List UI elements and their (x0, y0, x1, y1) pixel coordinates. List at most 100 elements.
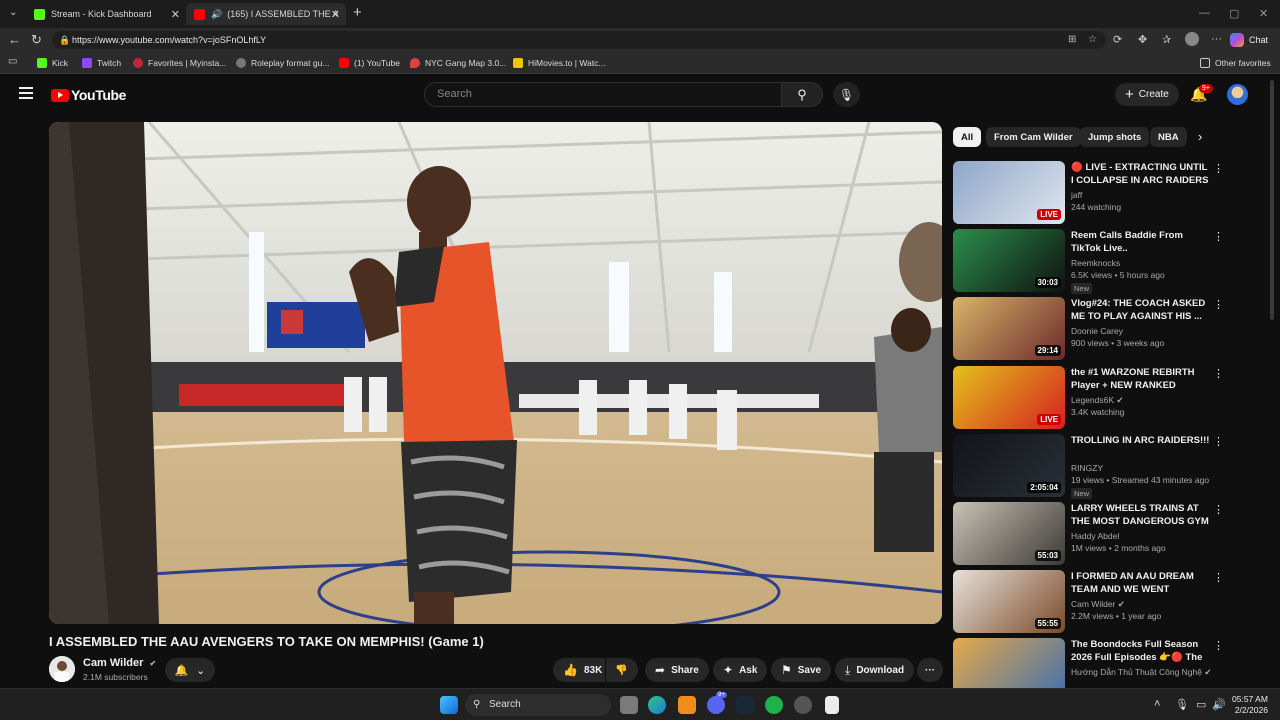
more-options-icon[interactable]: ⋮ (1213, 503, 1224, 516)
xbox-game-icon[interactable] (765, 696, 783, 714)
recommendation-title[interactable]: Reem Calls Baddie From TikTok Live.. (1071, 229, 1211, 255)
back-arrow-icon[interactable]: ← (8, 32, 21, 47)
video-thumbnail[interactable]: 29:14 (953, 297, 1065, 361)
recommendation-item[interactable]: 30:03 Reem Calls Baddie From TikTok Live.… (953, 229, 1228, 295)
bookmark-himovies[interactable]: HiMovies.to | Watc... (513, 56, 605, 70)
recommendation-title[interactable]: the #1 WARZONE REBIRTH Player + NEW RANK… (1071, 366, 1211, 392)
like-button[interactable]: 👍 83K (553, 658, 605, 682)
video-thumbnail[interactable]: 55:55 (953, 570, 1065, 634)
task-view-icon[interactable] (620, 696, 638, 714)
tab-kick-dashboard[interactable]: Stream - Kick Dashboard ✕ (26, 3, 186, 25)
more-actions-button[interactable]: ··· (917, 658, 943, 682)
share-button[interactable]: ➦ Share (645, 658, 709, 682)
recommendation-title[interactable]: LARRY WHEELS TRAINS AT THE MOST DANGEROU… (1071, 502, 1211, 528)
minimize-icon[interactable]: — (1199, 7, 1210, 19)
edge-browser-icon[interactable] (648, 696, 666, 714)
recommendation-item[interactable]: LIVE 🔴 LIVE - EXTRACTING UNTIL I COLLAPSE… (953, 161, 1228, 225)
recommendation-title[interactable]: I FORMED AN AAU DREAM TEAM AND WE WENT I… (1071, 570, 1211, 596)
recommendation-channel[interactable]: RINGZY (1071, 463, 1103, 473)
chip-nba[interactable]: NBA (1150, 127, 1187, 147)
discord-icon[interactable] (707, 696, 725, 714)
bookmark-myinsta[interactable]: Favorites | Myinsta... (133, 56, 226, 70)
recommendation-title[interactable]: Vlog#24: THE COACH ASKED ME TO PLAY AGAI… (1071, 297, 1211, 323)
video-player[interactable] (49, 122, 942, 624)
recommendation-item[interactable]: LIVE the #1 WARZONE REBIRTH Player + NEW … (953, 365, 1228, 430)
volume-icon[interactable]: 🔊 (1212, 698, 1226, 711)
recommendation-channel[interactable]: Cam Wilder ✔ (1071, 599, 1125, 610)
youtube-logo[interactable]: YouTube (51, 87, 126, 103)
more-options-icon[interactable]: ⋮ (1213, 571, 1224, 584)
windows-start-icon[interactable] (440, 696, 458, 714)
search-input[interactable]: Search (424, 82, 782, 107)
dislike-button[interactable]: 👎 (606, 658, 638, 682)
favorite-star-icon[interactable]: ☆ (1088, 31, 1097, 49)
video-thumbnail[interactable]: LIVE (953, 161, 1065, 224)
recommendation-item[interactable]: 55:55 I FORMED AN AAU DREAM TEAM AND WE W… (953, 570, 1228, 634)
recommendation-channel[interactable]: Haddy Abdel (1071, 531, 1119, 541)
close-window-icon[interactable]: ✕ (1259, 7, 1268, 20)
refresh-icon[interactable]: ↻ (31, 32, 42, 48)
taskbar-search[interactable]: ⚲ Search (465, 694, 611, 716)
recommendation-channel[interactable]: Reemknocks (1071, 258, 1120, 268)
other-favorites[interactable]: Other favorites (1200, 56, 1271, 70)
settings-more-icon[interactable]: ··· (1211, 33, 1222, 45)
recommendation-channel[interactable]: Doonie Carey (1071, 326, 1123, 336)
new-tab-plus-icon[interactable]: + (353, 4, 362, 21)
tab-sidebar-icon[interactable]: ▭ (8, 56, 17, 67)
more-options-icon[interactable]: ⋮ (1213, 639, 1224, 652)
copilot-chat-button[interactable]: Chat (1230, 31, 1268, 49)
extensions-icon[interactable]: ⟳ (1113, 33, 1122, 46)
microphone-tray-icon[interactable]: 🎙 (1175, 698, 1189, 711)
scrollbar[interactable] (1270, 80, 1274, 320)
chip-from-cam-wilder[interactable]: From Cam Wilder (986, 127, 1081, 147)
bookmark-youtube[interactable]: (1) YouTube (339, 56, 400, 70)
extensions-puzzle-icon[interactable]: ✥ (1138, 33, 1147, 46)
network-icon[interactable]: ▭ (1196, 698, 1206, 711)
recommendation-item[interactable]: 29:14 Vlog#24: THE COACH ASKED ME TO PLAY… (953, 297, 1228, 361)
more-options-icon[interactable]: ⋮ (1213, 298, 1224, 311)
steam-icon[interactable] (736, 696, 754, 714)
bookmark-roleplay[interactable]: Roleplay format gu... (236, 56, 329, 70)
create-button[interactable]: + Create (1115, 83, 1179, 106)
more-options-icon[interactable]: ⋮ (1213, 367, 1224, 380)
voice-search-button[interactable]: 🎙 (833, 82, 860, 107)
chip-all[interactable]: All (953, 127, 982, 147)
tab-actions-chevron-icon[interactable]: ⌄ (9, 7, 17, 18)
bookmark-kick[interactable]: Kick (37, 56, 68, 70)
close-tab-icon[interactable]: ✕ (171, 8, 180, 21)
aimp-app-icon[interactable] (678, 696, 696, 714)
ask-button[interactable]: ✦ Ask (713, 658, 768, 682)
recommendation-title[interactable]: 🔴 LIVE - EXTRACTING UNTIL I COLLAPSE IN … (1071, 161, 1211, 187)
url-field[interactable]: 🔒 https://www.youtube.com/watch?v=joSFnO… (52, 31, 1106, 49)
hamburger-menu-icon[interactable] (19, 87, 33, 99)
bookmark-twitch[interactable]: Twitch (82, 56, 121, 70)
notepad-icon[interactable] (825, 696, 839, 714)
more-options-icon[interactable]: ⋮ (1213, 230, 1224, 243)
recommendation-channel[interactable]: Legends6K ✔ (1071, 395, 1124, 406)
recommendation-channel[interactable]: jaff (1071, 190, 1082, 200)
recommendation-title[interactable]: TROLLING IN ARC RAIDERS!!! (1071, 434, 1211, 447)
recommendation-channel[interactable]: Hướng Dẫn Thủ Thuật Công Nghệ ✔ (1071, 667, 1211, 678)
account-avatar[interactable] (1227, 84, 1248, 105)
chevron-right-icon[interactable]: › (1198, 129, 1202, 144)
app-available-icon[interactable]: ⊞ (1068, 31, 1076, 49)
tab-youtube-video[interactable]: 🔊 (165) I ASSEMBLED THE AAU ✕ (186, 3, 346, 25)
chip-jump-shots[interactable]: Jump shots (1080, 127, 1150, 147)
subscribed-notifications-button[interactable]: 🔔 ⌄ (165, 658, 215, 682)
recommendation-item[interactable]: 2:05:04 TROLLING IN ARC RAIDERS!!! RINGZY 1… (953, 433, 1228, 499)
video-thumbnail[interactable]: 2:05:04 (953, 433, 1065, 497)
video-thumbnail[interactable]: LIVE (953, 365, 1065, 429)
maximize-icon[interactable]: ▢ (1229, 7, 1239, 20)
channel-name[interactable]: Cam Wilder ✔ (83, 657, 156, 669)
favorites-icon[interactable]: ✰ (1162, 33, 1171, 46)
bookmark-nyc-map[interactable]: NYC Gang Map 3.0... (410, 56, 506, 70)
speaker-icon[interactable]: 🔊 (211, 9, 222, 20)
recommendation-item[interactable]: 55:03 LARRY WHEELS TRAINS AT THE MOST DAN… (953, 502, 1228, 566)
video-thumbnail[interactable]: 30:03 (953, 229, 1065, 293)
more-options-icon[interactable]: ⋮ (1213, 162, 1224, 175)
search-button[interactable]: ⚲ (781, 82, 823, 107)
recommendation-title[interactable]: The Boondocks Full Season 2026 Full Epis… (1071, 638, 1211, 664)
more-options-icon[interactable]: ⋮ (1213, 435, 1224, 448)
download-button[interactable]: ⤓ Download (835, 658, 915, 682)
profile-avatar-icon[interactable] (1185, 32, 1199, 46)
